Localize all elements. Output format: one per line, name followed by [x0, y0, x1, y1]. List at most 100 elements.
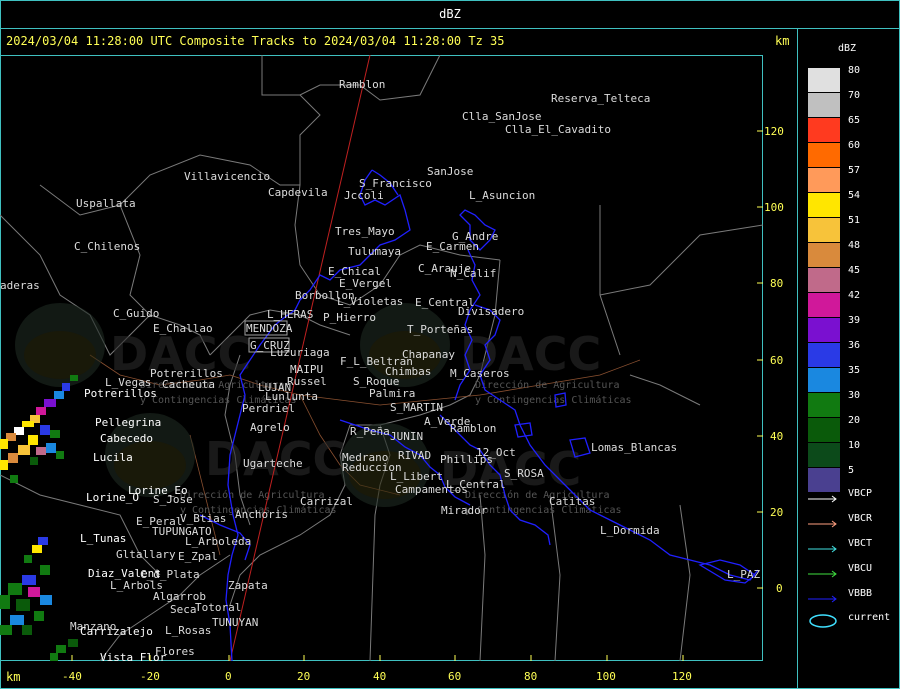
scale-swatch [808, 143, 840, 167]
scale-label: 30 [848, 390, 861, 401]
svg-text:Divisadero: Divisadero [458, 305, 524, 318]
svg-text:N_Calif: N_Calif [450, 267, 496, 280]
svg-text:S_ROSA: S_ROSA [504, 467, 544, 480]
scale-label: 54 [848, 190, 861, 201]
scale-swatch [808, 468, 840, 492]
scale-swatch [808, 318, 840, 342]
y-tick-label: 0 [776, 582, 783, 595]
scale-swatch [808, 418, 840, 442]
track-key-label: current [848, 612, 891, 623]
svg-text:Cabecedo: Cabecedo [100, 432, 153, 445]
svg-text:Ramblon: Ramblon [450, 422, 496, 435]
svg-text:Lomas_Blancas: Lomas_Blancas [591, 441, 677, 454]
svg-text:Jccoli: Jccoli [344, 189, 384, 202]
svg-text:Seca: Seca [170, 603, 197, 616]
x-tick-label: 120 [672, 670, 692, 683]
svg-text:y Contingencias Climáticas: y Contingencias Climáticas [475, 394, 632, 406]
scale-swatch [808, 193, 840, 217]
svg-text:Ramblon: Ramblon [339, 78, 385, 91]
scale-label: 39 [848, 315, 861, 326]
svg-text:L_Tunas: L_Tunas [80, 532, 126, 545]
y-tick-label: 60 [770, 354, 784, 367]
svg-text:E_Challao: E_Challao [153, 322, 213, 335]
x-tick-label: -20 [140, 670, 160, 683]
svg-text:V_Btias: V_Btias [180, 512, 226, 525]
scale-swatch [808, 293, 840, 317]
track-key-label: VBCU [848, 563, 873, 574]
svg-text:L_Dormida: L_Dormida [600, 524, 660, 537]
scale-swatch [808, 368, 840, 392]
y-tick-label: 20 [770, 506, 784, 519]
scale-label: 35 [848, 365, 861, 376]
legend-title: dBZ [838, 43, 857, 54]
x-tick-label: 40 [373, 670, 387, 683]
svg-text:L_HERAS: L_HERAS [267, 308, 313, 321]
axis-unit-top: km [775, 34, 790, 48]
x-tick-label: 0 [225, 670, 232, 683]
svg-text:L_Rosas: L_Rosas [165, 624, 211, 637]
track-key-vbcr: VBCR [808, 513, 872, 532]
scale-swatch [808, 243, 840, 267]
x-tick-label: 80 [524, 670, 538, 683]
panel-divider [797, 28, 798, 689]
svg-text:Vista_Flor: Vista_Flor [100, 651, 167, 661]
svg-text:Villavicencio: Villavicencio [184, 170, 270, 183]
svg-text:Russel: Russel [287, 375, 327, 388]
svg-text:Totoral: Totoral [195, 601, 241, 614]
scale-swatch [808, 168, 840, 192]
svg-text:Capdevila: Capdevila [268, 186, 328, 199]
track-key-vbcu: VBCU [808, 563, 872, 582]
svg-text:C_Chilenos: C_Chilenos [74, 240, 140, 253]
scale-label: 20 [848, 415, 861, 426]
track-key-vbcp: VBCP [808, 488, 872, 507]
svg-text:C_Guido: C_Guido [113, 307, 159, 320]
scale-swatch [808, 268, 840, 292]
svg-text:Palmira: Palmira [369, 387, 415, 400]
svg-text:Carrizal: Carrizal [300, 495, 353, 508]
scale-label: 10 [848, 440, 861, 451]
svg-text:L_Violetas: L_Violetas [337, 295, 403, 308]
svg-text:L_Asuncion: L_Asuncion [469, 189, 535, 202]
svg-text:aderas: aderas [0, 279, 40, 292]
track-key-vbct: VBCT [808, 538, 872, 557]
svg-text:Tulumaya: Tulumaya [348, 245, 401, 258]
scale-swatch [808, 118, 840, 142]
svg-text:RIVAD: RIVAD [398, 449, 431, 462]
svg-text:M_Caseros: M_Caseros [450, 367, 510, 380]
svg-text:Pellegrina: Pellegrina [95, 416, 161, 429]
svg-text:Carrizalejo: Carrizalejo [80, 625, 153, 638]
svg-text:Campamentos: Campamentos [395, 483, 468, 496]
radar-map[interactable]: DACC DACC DACC DACC Dirección de Agricul… [0, 55, 763, 661]
track-key-vbbb: VBBB [808, 588, 872, 607]
svg-text:S_MARTIN: S_MARTIN [390, 401, 443, 414]
scale-label: 5 [848, 465, 855, 476]
svg-text:Agrelo: Agrelo [250, 421, 290, 434]
scale-swatch [808, 68, 840, 92]
svg-text:Clla_SanJose: Clla_SanJose [462, 110, 541, 123]
y-tick-label: 40 [770, 430, 784, 443]
scale-label: 45 [848, 265, 861, 276]
svg-text:JUNIN: JUNIN [390, 430, 423, 443]
svg-text:Perdriel: Perdriel [242, 402, 295, 415]
y-tick-label: 120 [764, 125, 784, 138]
svg-text:Lucila: Lucila [93, 451, 133, 464]
track-key-label: VBCT [848, 538, 873, 549]
svg-text:E_Zpal: E_Zpal [178, 550, 218, 563]
svg-text:Anchoris: Anchoris [235, 508, 288, 521]
svg-text:L_PAZ: L_PAZ [727, 568, 760, 581]
svg-text:Cacheuta: Cacheuta [162, 378, 215, 391]
svg-text:Diaz_Valent: Diaz_Valent [88, 567, 161, 580]
scale-label: 65 [848, 115, 861, 126]
x-tick-label: 60 [448, 670, 462, 683]
scale-label: 60 [848, 140, 861, 151]
track-key-current: current [808, 612, 890, 631]
svg-text:P_Hierro: P_Hierro [323, 311, 376, 324]
svg-text:Uspallata: Uspallata [76, 197, 136, 210]
x-tick-label: -40 [62, 670, 82, 683]
scale-swatch [808, 218, 840, 242]
scale-label: 70 [848, 90, 861, 101]
svg-text:Potrerillos: Potrerillos [84, 387, 157, 400]
svg-text:R_Peña: R_Peña [350, 425, 390, 438]
svg-text:SanJose: SanJose [427, 165, 473, 178]
svg-text:Mirador: Mirador [441, 504, 488, 517]
